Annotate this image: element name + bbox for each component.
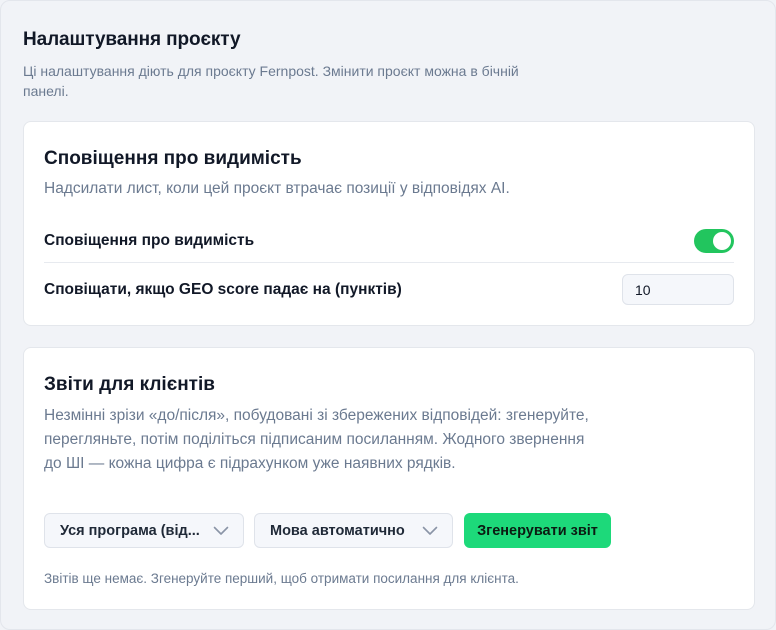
- program-scope-value: Уся програма (від...: [60, 522, 200, 539]
- no-reports-note: Звітів ще немає. Згенеруйте перший, щоб …: [44, 571, 519, 586]
- threshold-label: Сповіщати, якщо GEO score падає на (пунк…: [44, 281, 402, 298]
- divider: [44, 262, 734, 263]
- visibility-toggle-label: Сповіщення про видимість: [44, 232, 255, 249]
- visibility-card-description: Надсилати лист, коли цей проєкт втрачає …: [44, 180, 510, 197]
- reports-card-title: Звіти для клієнтів: [44, 374, 215, 395]
- program-scope-select[interactable]: Уся програма (від...: [44, 513, 244, 548]
- geo-score-threshold-input[interactable]: [622, 274, 734, 305]
- generate-report-button[interactable]: Згенерувати звіт: [464, 513, 611, 548]
- chevron-down-icon: [422, 526, 438, 535]
- visibility-alerts-card: Сповіщення про видимість Надсилати лист,…: [23, 121, 755, 326]
- language-value: Мова автоматично: [270, 522, 405, 539]
- page-description: Ці налаштування діють для проєкту Fernpo…: [23, 63, 519, 99]
- client-reports-card: Звіти для клієнтів Незмінні зрізи «до/пі…: [23, 347, 755, 610]
- language-select[interactable]: Мова автоматично: [254, 513, 453, 548]
- visibility-card-title: Сповіщення про видимість: [44, 148, 302, 169]
- reports-card-description: Незмінні зрізи «до/після», побудовані зі…: [44, 407, 589, 472]
- toggle-switch-icon: [713, 232, 731, 250]
- project-settings-panel: Налаштування проєкту Ці налаштування дію…: [0, 0, 776, 630]
- chevron-down-icon: [213, 526, 229, 535]
- visibility-alerts-toggle[interactable]: [694, 229, 734, 253]
- page-title: Налаштування проєкту: [23, 29, 241, 50]
